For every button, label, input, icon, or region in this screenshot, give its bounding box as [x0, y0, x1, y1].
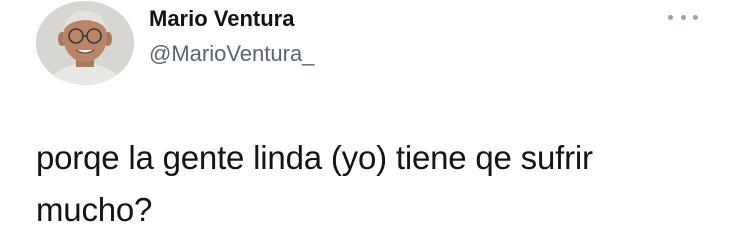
author-handle[interactable]: @MarioVentura_ [149, 41, 314, 67]
more-horizontal-icon[interactable] [668, 10, 698, 24]
author-avatar[interactable] [36, 1, 134, 85]
avatar-photo [36, 1, 134, 85]
dot-icon [680, 14, 686, 20]
dot-icon [668, 14, 673, 20]
dot-icon [693, 14, 698, 20]
author-display-name[interactable]: Mario Ventura [149, 6, 294, 32]
tweet-card: Mario Ventura @MarioVentura_ porqe la ge… [0, 0, 736, 246]
tweet-text: porqe la gente linda (yo) tiene qe sufri… [36, 139, 593, 228]
